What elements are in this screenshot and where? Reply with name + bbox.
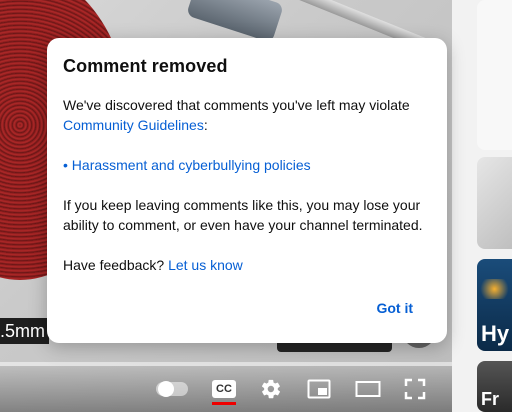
dialog-feedback: Have feedback? Let us know — [63, 255, 433, 275]
video-frame-bolt — [186, 0, 284, 43]
got-it-button[interactable]: Got it — [368, 296, 421, 320]
comment-removed-dialog: Comment removed We've discovered that co… — [47, 38, 447, 343]
policy-item: • Harassment and cyberbullying policies — [63, 155, 433, 175]
sidebar-thumbnail[interactable]: Fr — [477, 361, 512, 412]
settings-gear-icon[interactable] — [260, 378, 282, 400]
intro-text: We've discovered that comments you've le… — [63, 97, 410, 113]
dialog-warning: If you keep leaving comments like this, … — [63, 197, 423, 233]
community-guidelines-link[interactable]: Community Guidelines — [63, 117, 204, 133]
theater-mode-icon[interactable] — [355, 379, 381, 399]
sidebar-thumbnail[interactable]: Hy — [477, 259, 512, 351]
autoplay-toggle-icon[interactable] — [156, 381, 188, 397]
dialog-title: Comment removed — [63, 56, 228, 76]
fullscreen-icon[interactable] — [404, 378, 426, 400]
captions-active-indicator — [212, 402, 236, 405]
feedback-link[interactable]: Let us know — [168, 257, 243, 273]
thumbnail-text: Hy — [481, 321, 510, 346]
sidebar-thumbnail[interactable] — [477, 0, 512, 150]
dialog-intro: We've discovered that comments you've le… — [63, 95, 433, 135]
captions-icon[interactable]: CC — [212, 380, 236, 398]
thumbnail-glow — [477, 279, 512, 299]
sidebar-thumbnail[interactable] — [477, 157, 512, 249]
miniplayer-icon[interactable] — [307, 378, 331, 400]
video-overlay-text: .5mm — [0, 318, 49, 344]
thumbnail-text: Fr — [481, 389, 499, 409]
harassment-policy-link[interactable]: • Harassment and cyberbullying policies — [63, 157, 311, 173]
feedback-prefix: Have feedback? — [63, 257, 165, 273]
guidelines-suffix: : — [203, 117, 208, 133]
